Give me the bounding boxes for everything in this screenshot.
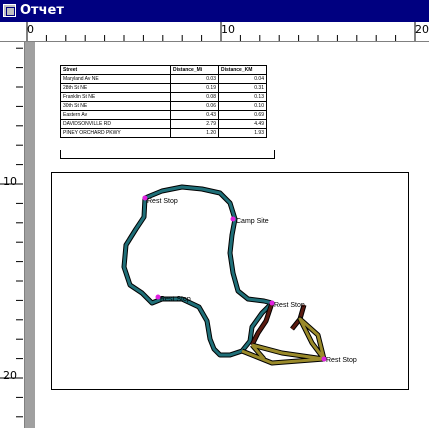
cell-street: 30th St NE — [60, 101, 171, 111]
ruler-label-20: 20 — [415, 23, 429, 36]
cell-street: Maryland Av NE — [60, 74, 171, 84]
ruler-label-10: 10 — [221, 23, 235, 36]
column-header-distance-mi: Distance_Mi — [170, 65, 219, 75]
route-segment-brown-fill — [250, 302, 306, 346]
map-label-rest-stop: Rest Stop — [274, 302, 305, 309]
cell-distance-km: 0.13 — [218, 92, 267, 102]
map-frame[interactable]: Rest Stop Camp Site Rest Stop Rest Stop … — [51, 172, 409, 390]
table-row: Maryland Av NE 0.03 0.04 — [60, 74, 267, 84]
window-title: Отчет — [20, 3, 64, 18]
map-label-camp-site: Camp Site — [236, 218, 269, 225]
cell-distance-mi: 0.06 — [170, 101, 219, 111]
report-page[interactable]: Street Distance_Mi Distance_KM Maryland … — [35, 42, 429, 428]
cell-distance-km: 4.49 — [218, 119, 267, 129]
distance-table: Street Distance_Mi Distance_KM Maryland … — [60, 65, 267, 138]
camp-site-marker[interactable] — [230, 216, 236, 222]
title-bar: Отчет — [0, 0, 429, 22]
horizontal-ruler: 0 10 20 — [0, 22, 429, 42]
cell-street: Franklin St NE — [60, 92, 171, 102]
ruler-label-left-10: 10 — [3, 175, 17, 188]
cell-distance-km: 0.31 — [218, 83, 267, 93]
cell-street: 28th St NE — [60, 83, 171, 93]
cell-distance-km: 1.93 — [218, 128, 267, 138]
cell-street: Eastern Av — [60, 110, 171, 120]
table-row: Franklin St NE 0.08 0.13 — [60, 92, 267, 102]
cell-distance-mi: 0.43 — [170, 110, 219, 120]
map-label-rest-stop: Rest Stop — [160, 296, 191, 303]
cell-distance-mi: 0.03 — [170, 74, 219, 84]
table-row: 28th St NE 0.19 0.31 — [60, 83, 267, 93]
table-row: 30th St NE 0.06 0.10 — [60, 101, 267, 111]
page-gutter — [24, 42, 35, 428]
table-footer-row — [60, 150, 275, 159]
route-map: Rest Stop Camp Site Rest Stop Rest Stop … — [121, 184, 357, 366]
cell-distance-km: 0.69 — [218, 110, 267, 120]
cell-distance-mi: 1.20 — [170, 128, 219, 138]
map-label-rest-stop: Rest Stop — [147, 198, 178, 205]
column-header-distance-km: Distance_KM — [218, 65, 267, 75]
ruler-label-0: 0 — [27, 23, 34, 36]
cell-distance-mi: 0.19 — [170, 83, 219, 93]
table-row: Eastern Av 0.43 0.69 — [60, 110, 267, 120]
column-header-street: Street — [60, 65, 171, 75]
window-icon[interactable] — [3, 4, 16, 17]
vertical-ruler: 10 20 — [0, 42, 24, 428]
table-row: PINEY ORCHARD PKWY 1.20 1.93 — [60, 128, 267, 138]
route-segment-teal — [121, 184, 275, 358]
map-label-rest-stop: Rest Stop — [326, 357, 357, 364]
ruler-label-left-20: 20 — [3, 369, 17, 382]
cell-street: DAVIDSONVILLE RD — [60, 119, 171, 129]
cell-distance-mi: 2.79 — [170, 119, 219, 129]
cell-distance-km: 0.04 — [218, 74, 267, 84]
cell-distance-km: 0.10 — [218, 101, 267, 111]
cell-distance-mi: 0.08 — [170, 92, 219, 102]
table-header-row: Street Distance_Mi Distance_KM — [60, 65, 267, 75]
table-row: DAVIDSONVILLE RD 2.79 4.49 — [60, 119, 267, 129]
cell-street: PINEY ORCHARD PKWY — [60, 128, 171, 138]
